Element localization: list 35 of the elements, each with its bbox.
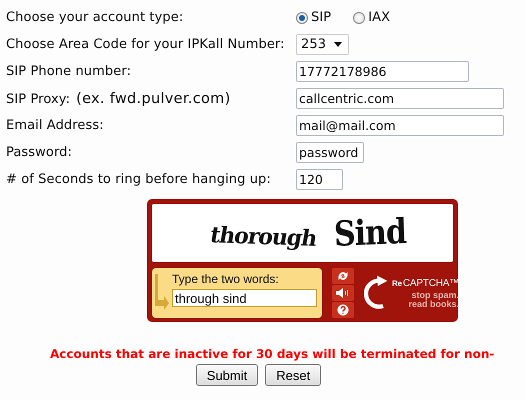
field-label: Choose your account type: [6, 10, 184, 25]
refresh-button[interactable] [332, 268, 354, 284]
field-label: # of Seconds to ring before hanging up: [6, 172, 271, 187]
field-label: Choose Area Code for your IPKall Number: [6, 37, 285, 52]
recaptcha-logo: ReCAPTCHA™ [392, 278, 460, 288]
help-button[interactable] [332, 302, 354, 318]
inactivity-warning: Accounts that are inactive for 30 days will be terminated for non- [50, 347, 494, 361]
radio-label[interactable]: SIP [311, 10, 332, 25]
field-label: Email Address: [6, 118, 104, 133]
radio-button[interactable] [296, 12, 308, 24]
input-field[interactable]: 120 [296, 169, 343, 190]
captcha-prompt: Type the two words: [172, 272, 280, 286]
input-field[interactable]: mail@mail.com [296, 115, 504, 136]
form-button[interactable]: Submit [196, 364, 258, 386]
input-field[interactable]: password [296, 142, 364, 163]
recaptcha-logo-icon [364, 275, 390, 311]
audio-button[interactable] [332, 285, 354, 301]
field-hint: (ex. fwd.pulver.com) [76, 90, 231, 106]
captcha-word: Sind [334, 211, 407, 255]
field-label: SIP Proxy: [6, 92, 70, 106]
captcha-input[interactable]: through sind [172, 289, 317, 307]
field-label: Password: [6, 145, 72, 160]
radio-label[interactable]: IAX [368, 10, 390, 25]
caret-icon [334, 42, 342, 47]
refresh-icon [337, 270, 349, 282]
arrow-icon [155, 274, 169, 312]
input-field[interactable]: callcentric.com [296, 88, 504, 109]
help-icon [337, 304, 349, 316]
field-label: SIP Phone number: [6, 64, 132, 79]
radio-button[interactable] [353, 12, 366, 24]
input-field[interactable]: 17772178986 [296, 61, 469, 82]
speaker-icon [336, 287, 350, 299]
form-button[interactable]: Reset [265, 364, 322, 386]
captcha-word: thorough [208, 222, 318, 252]
area-code-dropdown[interactable]: 253 [296, 34, 350, 55]
